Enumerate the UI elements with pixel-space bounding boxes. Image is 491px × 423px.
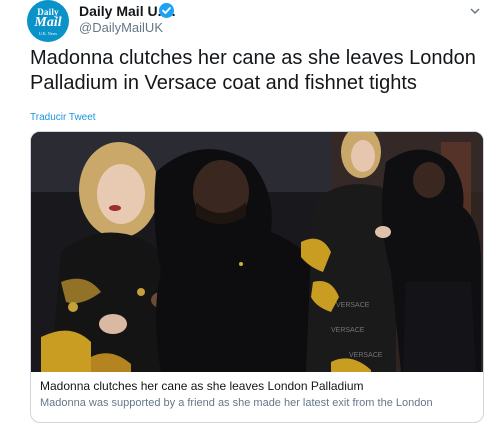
card-photo: VERSACE VERSACE VERSACE: [31, 132, 483, 372]
verified-badge-icon: [159, 3, 174, 18]
svg-text:VERSACE: VERSACE: [331, 327, 365, 334]
card-description: Madonna was supported by a friend as she…: [40, 397, 433, 409]
tweet: Daily Mail U.K. News Daily Mail U.K. @Da…: [0, 0, 491, 423]
avatar-text-line2: Mail: [34, 15, 62, 30]
link-card[interactable]: VERSACE VERSACE VERSACE Madonna clutches…: [30, 131, 484, 423]
translate-tweet-link[interactable]: Traducir Tweet: [30, 112, 96, 123]
card-title[interactable]: Madonna clutches her cane as she leaves …: [40, 379, 364, 393]
tweet-text: Madonna clutches her cane as she leaves …: [30, 47, 476, 94]
author-avatar[interactable]: Daily Mail U.K. News: [27, 0, 69, 42]
avatar-text-line3: U.K. News: [39, 31, 57, 36]
svg-text:VERSACE: VERSACE: [349, 352, 383, 359]
author-handle[interactable]: @DailyMailUK: [79, 20, 163, 35]
caret-down-icon[interactable]: [468, 4, 482, 18]
svg-text:VERSACE: VERSACE: [336, 302, 370, 309]
